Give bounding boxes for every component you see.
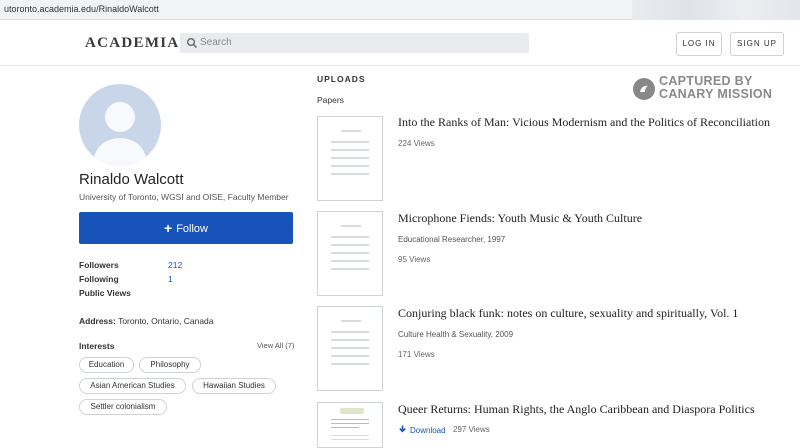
interest-chip-education[interactable]: Education [79, 357, 134, 373]
address-label: Address: [79, 316, 116, 326]
avatar [79, 84, 161, 166]
paper-thumbnail[interactable] [317, 116, 383, 201]
interest-chip-hawaiian-studies[interactable]: Hawaiian Studies [192, 378, 276, 394]
paper-title[interactable]: Conjuring black funk: notes on culture, … [398, 306, 738, 321]
site-header: ACADEMIA Search LOG IN SIGN UP [0, 20, 800, 66]
blurred-toolbar-area [632, 0, 800, 20]
stat-label-followers: Followers [79, 260, 119, 270]
url-text[interactable]: utoronto.academia.edu/RinaldoWalcott [4, 4, 159, 14]
interest-chip-philosophy[interactable]: Philosophy [139, 357, 201, 373]
signup-button[interactable]: SIGN UP [730, 32, 784, 56]
academia-logo[interactable]: ACADEMIA [85, 35, 180, 52]
watermark-line-2: CANARY MISSION [659, 87, 773, 101]
paper-thumbnail[interactable] [317, 211, 383, 296]
download-link[interactable]: Download [398, 425, 446, 435]
paper-title[interactable]: Microphone Fiends: Youth Music & Youth C… [398, 211, 642, 226]
search-input[interactable]: Search [180, 33, 529, 53]
search-icon [187, 38, 198, 49]
profile-affiliation[interactable]: University of Toronto, WGSI and OISE, Fa… [79, 192, 289, 202]
address-value: Toronto, Ontario, Canada [118, 316, 214, 326]
stat-value-following[interactable]: 1 [168, 274, 173, 284]
search-placeholder: Search [200, 37, 232, 48]
interests-title: Interests [79, 341, 115, 351]
stat-label-public-views: Public Views [79, 288, 131, 298]
follow-label: Follow [176, 223, 208, 235]
papers-subheading: Papers [317, 95, 344, 105]
profile-name: Rinaldo Walcott [79, 171, 184, 188]
stat-value-followers[interactable]: 212 [168, 260, 182, 270]
paper-thumbnail[interactable] [317, 402, 383, 448]
paper-meta: Educational Researcher, 1997 [398, 235, 506, 244]
paper-views: 171 Views [398, 350, 435, 359]
canary-logo-icon [633, 78, 655, 100]
paper-meta: Culture Health & Sexuality, 2009 [398, 330, 514, 339]
download-icon [399, 425, 406, 433]
plus-icon: + [164, 220, 173, 236]
stat-label-following: Following [79, 274, 119, 284]
paper-title[interactable]: Into the Ranks of Man: Vicious Modernism… [398, 115, 770, 130]
login-button[interactable]: LOG IN [676, 32, 722, 56]
user-silhouette-icon [94, 102, 146, 166]
uploads-heading: UPLOADS [317, 74, 366, 84]
paper-title[interactable]: Queer Returns: Human Rights, the Anglo C… [398, 402, 755, 417]
paper-views: 297 Views [453, 425, 490, 434]
watermark-text: CAPTURED BY CANARY MISSION [659, 75, 772, 101]
paper-views: 224 Views [398, 139, 435, 148]
profile-address: Address: Toronto, Ontario, Canada [79, 316, 214, 326]
view-all-interests-link[interactable]: View All (7) [257, 341, 294, 350]
follow-button[interactable]: + Follow [79, 212, 293, 244]
paper-views: 95 Views [398, 255, 431, 264]
interest-chip-settler-colonialism[interactable]: Settler colonialism [79, 399, 167, 415]
paper-thumbnail[interactable] [317, 306, 383, 391]
browser-url-bar[interactable]: utoronto.academia.edu/RinaldoWalcott [0, 0, 800, 20]
interest-chip-asian-american-studies[interactable]: Asian American Studies [79, 378, 186, 394]
download-label: Download [410, 426, 446, 435]
